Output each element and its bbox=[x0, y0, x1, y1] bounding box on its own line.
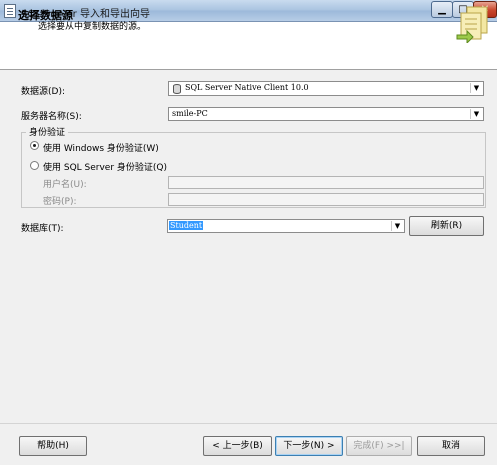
page-subtitle: 选择要从中复制数据的源。 bbox=[38, 22, 147, 32]
auth-windows-radio[interactable] bbox=[30, 141, 39, 150]
wizard-graphic-icon bbox=[456, 6, 488, 43]
auth-sql-radio[interactable] bbox=[30, 161, 39, 170]
refresh-button[interactable]: 刷新(R) bbox=[409, 216, 484, 236]
chevron-down-icon[interactable]: ▼ bbox=[470, 109, 482, 119]
footer-divider bbox=[0, 423, 497, 424]
auth-group-label: 身份验证 bbox=[26, 125, 69, 138]
password-label: 密码(P): bbox=[43, 197, 77, 207]
datasource-label: 数据源(D): bbox=[21, 87, 65, 97]
finish-button[interactable]: 完成(F) >>| bbox=[346, 436, 412, 456]
server-label: 服务器名称(S): bbox=[21, 112, 82, 122]
username-input[interactable] bbox=[168, 176, 484, 189]
server-name-value: smile-PC bbox=[172, 109, 208, 118]
database-icon bbox=[173, 84, 181, 94]
chevron-down-icon[interactable]: ▼ bbox=[391, 221, 403, 231]
server-name-select[interactable]: smile-PC ▼ bbox=[168, 107, 484, 121]
datasource-select[interactable]: SQL Server Native Client 10.0 ▼ bbox=[168, 81, 484, 96]
next-button[interactable]: 下一步(N) > bbox=[275, 436, 343, 456]
database-select[interactable]: Student ▼ bbox=[167, 219, 405, 233]
datasource-value: SQL Server Native Client 10.0 bbox=[185, 83, 309, 92]
database-value: Student bbox=[169, 221, 204, 230]
app-icon bbox=[4, 4, 16, 18]
auth-windows-label[interactable]: 使用 Windows 身份验证(W) bbox=[43, 141, 159, 154]
minimize-button[interactable]: ▁ bbox=[431, 1, 453, 18]
chevron-down-icon[interactable]: ▼ bbox=[470, 83, 482, 93]
back-button[interactable]: < 上一步(B) bbox=[203, 436, 272, 456]
username-label: 用户名(U): bbox=[43, 180, 87, 190]
cancel-button[interactable]: 取消 bbox=[417, 436, 485, 456]
password-input[interactable] bbox=[168, 193, 484, 206]
help-button[interactable]: 帮助(H) bbox=[19, 436, 87, 456]
database-label: 数据库(T): bbox=[21, 224, 64, 234]
auth-sql-label[interactable]: 使用 SQL Server 身份验证(Q) bbox=[43, 160, 167, 173]
